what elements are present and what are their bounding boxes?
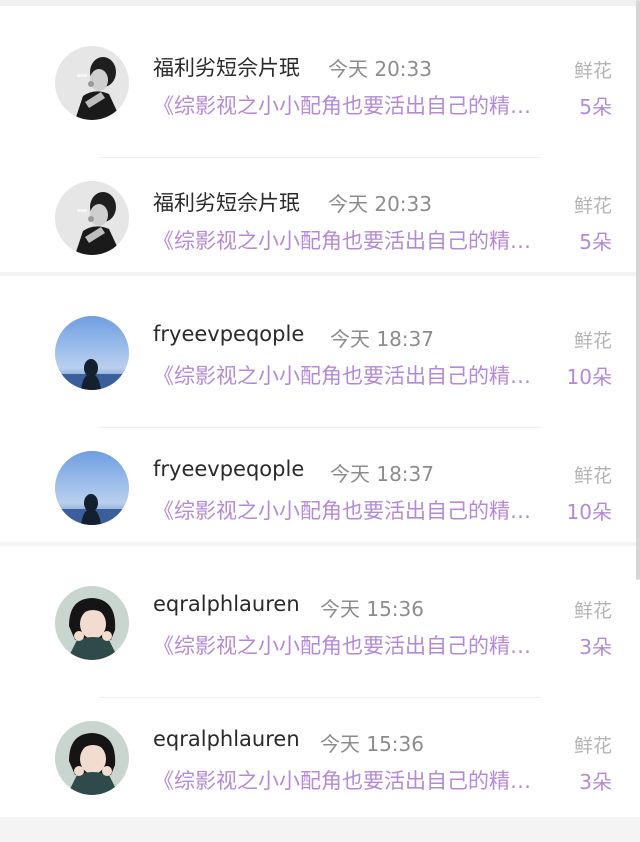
scrollbar[interactable]: [636, 0, 640, 817]
avatar-sky-silhouette[interactable]: [55, 316, 129, 390]
timestamp: 今天 20:33: [328, 192, 432, 216]
gift-type-label: 鲜花: [573, 330, 612, 352]
user-name[interactable]: 福利劣短佘片珉: [153, 187, 300, 217]
record-row[interactable]: eqralphlauren 今天 15:36 鲜花 《综影视之小小配角也要活出自…: [0, 707, 640, 842]
record-row[interactable]: eqralphlauren 今天 15:36 鲜花 《综影视之小小配角也要活出自…: [0, 572, 640, 707]
record-row[interactable]: fryeevpeqople 今天 18:37 鲜花 《综影视之小小配角也要活出自…: [0, 302, 640, 437]
user-name[interactable]: 福利劣短佘片珉: [153, 52, 300, 82]
records-group-1: 福利劣短佘片珉 今天 20:33 鲜花 《综影视之小小配角也要活出自己的精彩》 …: [0, 6, 640, 272]
gift-count: 3朵: [579, 770, 612, 794]
gift-type-label: 鲜花: [573, 195, 612, 217]
gift-count: 10朵: [566, 500, 612, 524]
book-title-link[interactable]: 《综影视之小小配角也要活出自己的精彩》: [153, 360, 533, 390]
user-name[interactable]: fryeevpeqople: [153, 322, 304, 346]
gift-type-label: 鲜花: [573, 465, 612, 487]
book-title-link[interactable]: 《综影视之小小配角也要活出自己的精彩》: [153, 630, 533, 660]
avatar-sky-silhouette[interactable]: [55, 451, 129, 525]
records-group-2: fryeevpeqople 今天 18:37 鲜花 《综影视之小小配角也要活出自…: [0, 276, 640, 542]
gift-count: 5朵: [579, 230, 612, 254]
gift-type-label: 鲜花: [573, 60, 612, 82]
avatar-smoking-man[interactable]: [55, 181, 129, 255]
timestamp: 今天 20:33: [328, 57, 432, 81]
row-divider: [100, 157, 540, 158]
book-title-link[interactable]: 《综影视之小小配角也要活出自己的精彩》: [153, 90, 533, 120]
row-divider: [100, 427, 540, 428]
gift-count: 5朵: [579, 95, 612, 119]
timestamp: 今天 18:37: [330, 327, 434, 351]
book-title-link[interactable]: 《综影视之小小配角也要活出自己的精彩》: [153, 495, 533, 525]
record-row[interactable]: 福利劣短佘片珉 今天 20:33 鲜花 《综影视之小小配角也要活出自己的精彩》 …: [0, 32, 640, 167]
timestamp: 今天 15:36: [320, 597, 424, 621]
gift-type-label: 鲜花: [573, 600, 612, 622]
timestamp: 今天 18:37: [330, 462, 434, 486]
records-group-3: eqralphlauren 今天 15:36 鲜花 《综影视之小小配角也要活出自…: [0, 546, 640, 817]
avatar-anime-girl[interactable]: [55, 721, 129, 795]
gift-type-label: 鲜花: [573, 735, 612, 757]
gift-count: 10朵: [566, 365, 612, 389]
avatar-anime-girl[interactable]: [55, 586, 129, 660]
user-name[interactable]: eqralphlauren: [153, 592, 300, 616]
gift-count: 3朵: [579, 635, 612, 659]
row-divider: [100, 697, 540, 698]
timestamp: 今天 15:36: [320, 732, 424, 756]
scrollbar-thumb[interactable]: [636, 0, 640, 580]
book-title-link[interactable]: 《综影视之小小配角也要活出自己的精彩》: [153, 225, 533, 255]
user-name[interactable]: eqralphlauren: [153, 727, 300, 751]
book-title-link[interactable]: 《综影视之小小配角也要活出自己的精彩》: [153, 765, 533, 795]
avatar-smoking-man[interactable]: [55, 46, 129, 120]
user-name[interactable]: fryeevpeqople: [153, 457, 304, 481]
